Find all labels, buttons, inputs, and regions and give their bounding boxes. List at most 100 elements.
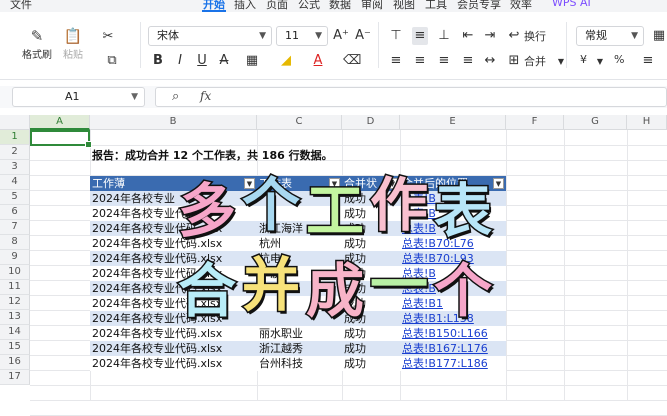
row-header[interactable]: 12 <box>0 295 30 310</box>
menu-insert[interactable]: 插入 <box>234 0 256 12</box>
table-style-icon[interactable]: ▦ <box>651 27 667 45</box>
table-cell[interactable]: 2024年各校专业代码.xlsx <box>90 356 257 371</box>
column-header-a[interactable]: A <box>30 115 90 130</box>
merge-button[interactable]: 合并 <box>524 53 546 69</box>
row-header[interactable]: 9 <box>0 250 30 265</box>
row-header[interactable]: 4 <box>0 175 30 190</box>
menu-wps-ai[interactable]: WPS AI <box>552 0 591 9</box>
row-header[interactable]: 7 <box>0 220 30 235</box>
overlay-char: 并 <box>240 251 301 319</box>
location-link[interactable]: 总表!B167:L176 <box>400 341 506 356</box>
paste-button[interactable]: 📋 粘贴 <box>63 26 83 61</box>
menu-data[interactable]: 数据 <box>329 0 351 12</box>
format-painter-button[interactable]: ✎ 格式刷 <box>22 26 52 61</box>
clear-format-icon[interactable]: ⌫ <box>343 52 361 70</box>
column-header-c[interactable]: C <box>257 115 342 130</box>
font-color-icon[interactable]: A <box>310 52 326 70</box>
number-format-select[interactable]: 常规 ▼ <box>576 26 644 46</box>
zoom-icon[interactable]: ⌕ <box>172 89 179 104</box>
menu-page[interactable]: 页面 <box>266 0 288 12</box>
overlay-char: 多 <box>176 177 237 245</box>
percent-button[interactable]: % <box>614 53 624 66</box>
formula-input[interactable]: ⌕ fx <box>155 87 667 107</box>
increase-font-icon[interactable]: A⁺ <box>333 27 349 45</box>
overlay-char: 个 <box>432 257 493 325</box>
fill-color-icon[interactable]: ◢ <box>278 52 294 70</box>
row-header[interactable]: 1 <box>0 130 30 145</box>
active-cell-a1[interactable] <box>30 130 92 148</box>
table-cell[interactable]: 成功 <box>342 341 400 356</box>
table-cell[interactable]: 台州科技 <box>257 356 342 371</box>
row-header[interactable]: 15 <box>0 340 30 355</box>
select-all-corner[interactable] <box>0 115 30 130</box>
overlay-char: 合 <box>176 257 237 325</box>
table-cell[interactable]: 2024年各校专业代码.xlsx <box>90 341 257 356</box>
menu-formula[interactable]: 公式 <box>298 0 320 12</box>
strikethrough-icon[interactable]: A <box>216 52 232 70</box>
merge-cells-icon[interactable]: ⊞ <box>506 52 522 70</box>
gridline <box>627 130 628 400</box>
underline-icon[interactable]: U <box>194 52 210 70</box>
row-header[interactable]: 6 <box>0 205 30 220</box>
name-box[interactable]: A1 ▼ <box>12 87 145 107</box>
chevron-down-icon: ▼ <box>259 31 266 41</box>
chevron-down-icon[interactable]: ▼ <box>592 53 608 71</box>
table-cell[interactable]: 成功 <box>342 356 400 371</box>
menu-member[interactable]: 会员专享 <box>457 0 501 12</box>
table-cell[interactable]: 成功 <box>342 326 400 341</box>
location-link[interactable]: 总表!B177:L186 <box>400 356 506 371</box>
font-size-select[interactable]: 11 ▼ <box>276 26 328 46</box>
row-header[interactable]: 13 <box>0 310 30 325</box>
row-header[interactable]: 16 <box>0 355 30 370</box>
row-header[interactable]: 3 <box>0 160 30 175</box>
column-header-f[interactable]: F <box>506 115 564 130</box>
column-header-g[interactable]: G <box>564 115 627 130</box>
row-header[interactable]: 8 <box>0 235 30 250</box>
row-header[interactable]: 14 <box>0 325 30 340</box>
font-name-select[interactable]: 宋体 ▼ <box>148 26 272 46</box>
align-right-icon[interactable]: ≡ <box>436 52 452 70</box>
menu-efficiency[interactable]: 效率 <box>510 0 532 12</box>
indent-decrease-icon[interactable]: ⇤ <box>460 27 476 45</box>
formula-bar: A1 ▼ ⌕ fx <box>0 86 667 108</box>
border-icon[interactable]: ▦ <box>244 52 260 70</box>
table-cell[interactable]: 浙江越秀 <box>257 341 342 356</box>
row-header[interactable]: 5 <box>0 190 30 205</box>
fx-icon[interactable]: fx <box>200 89 211 103</box>
overlay-char: 成 <box>304 257 365 325</box>
indent-increase-icon[interactable]: ⇥ <box>482 27 498 45</box>
menu-file[interactable]: 文件 <box>10 0 32 12</box>
italic-icon[interactable]: I <box>172 52 188 70</box>
row-header[interactable]: 17 <box>0 370 30 385</box>
currency-button[interactable]: ¥ <box>580 53 587 66</box>
distribute-icon[interactable]: ↔ <box>482 52 498 70</box>
menu-review[interactable]: 审阅 <box>361 0 383 12</box>
wrap-text-button[interactable]: 换行 <box>524 28 546 44</box>
copy-icon[interactable]: ⧉ <box>104 52 120 70</box>
justify-icon[interactable]: ≡ <box>460 52 476 70</box>
align-top-icon[interactable]: ⊤ <box>388 27 404 45</box>
table-cell[interactable]: 丽水职业 <box>257 326 342 341</box>
cut-icon[interactable]: ✂ <box>100 28 116 46</box>
align-left-icon[interactable]: ≡ <box>388 52 404 70</box>
table-cell[interactable]: 2024年各校专业代码.xlsx <box>90 326 257 341</box>
column-header-e[interactable]: E <box>400 115 506 130</box>
bold-icon[interactable]: B <box>150 52 166 70</box>
align-bottom-icon[interactable]: ⊥ <box>436 27 452 45</box>
decrease-font-icon[interactable]: A⁻ <box>355 27 371 45</box>
menu-tools[interactable]: 工具 <box>425 0 447 12</box>
row-header[interactable]: 2 <box>0 145 30 160</box>
filter-dropdown-icon[interactable]: ▼ <box>493 178 504 189</box>
row-header[interactable]: 11 <box>0 280 30 295</box>
menu-view[interactable]: 视图 <box>393 0 415 12</box>
column-header-h[interactable]: H <box>627 115 667 130</box>
column-header-b[interactable]: B <box>90 115 257 130</box>
wrap-text-icon[interactable]: ↩ <box>506 27 522 45</box>
align-middle-icon[interactable]: ≡ <box>412 27 428 45</box>
overlay-char: 个 <box>240 171 301 239</box>
location-link[interactable]: 总表!B150:L166 <box>400 326 506 341</box>
thousands-separator-icon[interactable]: ≡ <box>640 52 656 70</box>
row-header[interactable]: 10 <box>0 265 30 280</box>
column-header-d[interactable]: D <box>342 115 400 130</box>
align-center-icon[interactable]: ≡ <box>412 52 428 70</box>
